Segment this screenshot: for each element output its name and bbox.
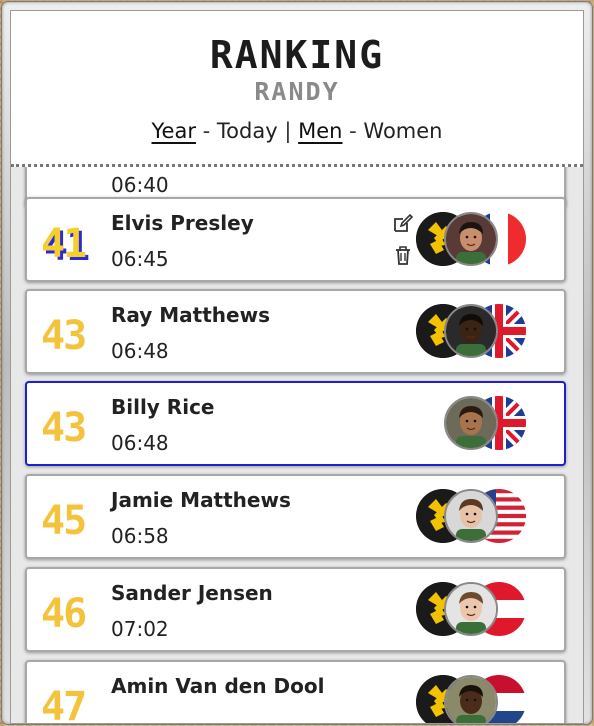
avatar[interactable]: [444, 212, 498, 266]
athlete-name[interactable]: Sander Jensen: [111, 581, 273, 605]
ranking-row[interactable]: 45 Jamie Matthews 06:58: [25, 474, 566, 559]
filter-women-link[interactable]: Women: [363, 119, 442, 143]
page-title: RANKING: [209, 33, 385, 77]
filter-dash: -: [349, 119, 357, 143]
avatar[interactable]: [444, 489, 498, 543]
ranking-position: 47: [41, 684, 87, 724]
ranking-row[interactable]: 43 Billy Rice 06:48: [25, 381, 566, 466]
avatar-group: [416, 396, 536, 450]
ranking-panel: 06:40 41 Elvis Presley 06:45 43 Ray Matthews…: [10, 10, 584, 724]
window-frame: 06:40 41 Elvis Presley 06:45 43 Ray Matthews…: [2, 2, 592, 724]
avatar-group: [416, 304, 536, 358]
avatar[interactable]: [444, 582, 498, 636]
filter-men-link[interactable]: Men: [298, 119, 342, 143]
ranking-time: 07:02: [111, 617, 169, 641]
ranking-position: 43: [41, 405, 87, 451]
athlete-name[interactable]: Jamie Matthews: [111, 488, 291, 512]
avatar-group: [416, 212, 536, 266]
athlete-name[interactable]: Billy Rice: [111, 395, 215, 419]
ranking-position: 45: [41, 498, 87, 544]
ranking-row[interactable]: 41 Elvis Presley 06:45: [25, 197, 566, 282]
ranking-time: 06:45: [111, 247, 169, 271]
avatar-group: [416, 582, 536, 636]
avatar[interactable]: [444, 396, 498, 450]
trash-icon[interactable]: [391, 243, 415, 267]
ranking-position: 46: [41, 591, 87, 637]
athlete-name[interactable]: Ray Matthews: [111, 303, 270, 327]
avatar[interactable]: [444, 675, 498, 723]
filter-year-link[interactable]: Year: [152, 119, 196, 143]
avatar-group: [416, 675, 536, 723]
ranking-time: 06:48: [111, 339, 169, 363]
ranking-row[interactable]: 43 Ray Matthews 06:48: [25, 289, 566, 374]
filter-divider: |: [284, 119, 292, 143]
athlete-name[interactable]: Elvis Presley: [111, 211, 254, 235]
athlete-name[interactable]: Amin Van den Dool: [111, 674, 324, 698]
ranking-position: 41: [41, 221, 87, 267]
ranking-time: 06:40: [111, 173, 169, 197]
ranking-time: 06:58: [111, 524, 169, 548]
edit-icon[interactable]: [391, 211, 415, 235]
ranking-header: RANKING RANDY Year - Today | Men - Women: [11, 11, 583, 167]
ranking-position: 43: [41, 313, 87, 359]
filter-bar: Year - Today | Men - Women: [11, 119, 583, 143]
filter-dash: -: [202, 119, 211, 143]
avatar[interactable]: [444, 304, 498, 358]
avatar-group: [416, 489, 536, 543]
ranking-row[interactable]: 46 Sander Jensen 07:02: [25, 567, 566, 652]
ranking-row[interactable]: 47 Amin Van den Dool: [25, 660, 566, 724]
page-subtitle: RANDY: [254, 77, 340, 106]
ranking-time: 06:48: [111, 431, 169, 455]
filter-today-link[interactable]: Today: [217, 119, 278, 143]
